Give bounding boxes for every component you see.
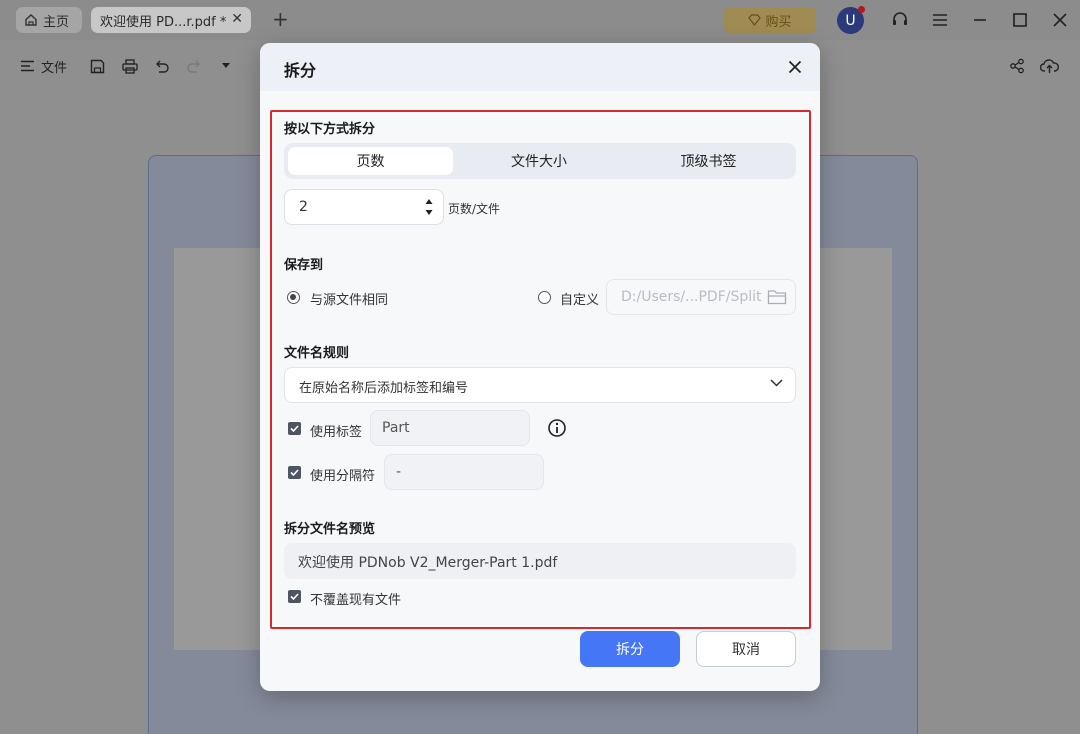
tab-document[interactable]: 欢迎使用 PD...r.pdf * ✕ (91, 7, 251, 33)
split-mode-top-bookmarks[interactable]: 顶级书签 (625, 147, 792, 175)
dialog-header: 拆分 (260, 43, 820, 91)
tab-home-label: 主页 (43, 14, 70, 30)
separator-input[interactable]: - (384, 454, 544, 490)
use-label-text: 使用标签 (310, 425, 363, 440)
cancel-button[interactable]: 取消 (696, 631, 796, 667)
split-mode-file-size[interactable]: 文件大小 (456, 147, 622, 175)
split-button[interactable]: 拆分 (580, 631, 680, 667)
split-mode-segmented: 页数 文件大小 顶级书签 (284, 143, 796, 179)
label-input[interactable]: Part (370, 410, 530, 446)
chevron-down-icon (770, 379, 783, 387)
save-icon[interactable] (90, 55, 105, 77)
pages-per-file-unit: 页数/文件 (448, 202, 501, 216)
save-to-label: 保存到 (284, 258, 324, 273)
save-same-radio[interactable] (287, 291, 300, 304)
notification-dot (858, 6, 865, 13)
new-tab-icon[interactable]: + (272, 9, 289, 29)
tab-document-label: 欢迎使用 PD...r.pdf * (100, 14, 227, 30)
save-custom-label: 自定义 (560, 293, 600, 308)
share-icon[interactable] (1009, 55, 1025, 77)
save-custom-radio[interactable] (538, 291, 551, 304)
more-dropdown-icon[interactable] (221, 55, 231, 77)
cloud-upload-icon[interactable] (1040, 55, 1059, 77)
custom-path-value: D:/Users/...PDF/Split (621, 289, 762, 305)
file-name-preview: 欢迎使用 PDNob V2_Merger-Part 1.pdf (284, 543, 796, 579)
hamburger-icon (21, 60, 34, 72)
file-menu-button[interactable]: 文件 (20, 55, 67, 77)
use-separator-text: 使用分隔符 (310, 469, 376, 484)
folder-icon[interactable] (767, 288, 787, 306)
minimize-icon[interactable] (970, 10, 990, 30)
file-menu-label: 文件 (41, 60, 68, 76)
undo-icon[interactable] (154, 55, 170, 77)
custom-path-field[interactable]: D:/Users/...PDF/Split (606, 279, 796, 315)
stepper-arrows-icon[interactable] (424, 196, 434, 218)
label-input-value: Part (382, 420, 410, 436)
file-name-preview-value: 欢迎使用 PDNob V2_Merger-Part 1.pdf (298, 555, 558, 571)
buy-label: 购买 (765, 14, 792, 30)
headset-icon[interactable] (890, 10, 910, 30)
tab-close-icon[interactable]: ✕ (231, 11, 243, 27)
use-label-checkbox[interactable] (288, 422, 301, 435)
pages-per-file-value: 2 (299, 199, 308, 215)
title-bar: 主页 欢迎使用 PD...r.pdf * ✕ + 购买 U (0, 0, 1080, 40)
split-dialog: 拆分 按以下方式拆分 页数 文件大小 顶级书签 2 页数/文件 保存到 与源文件… (260, 43, 820, 691)
print-icon[interactable] (122, 55, 138, 77)
avatar-initial: U (845, 12, 856, 29)
no-overwrite-checkbox[interactable] (288, 590, 301, 603)
split-method-label: 按以下方式拆分 (284, 122, 376, 137)
redo-icon[interactable] (186, 55, 202, 77)
avatar[interactable]: U (837, 6, 865, 34)
separator-input-value: - (396, 464, 402, 480)
file-name-rule-select[interactable]: 在原始名称后添加标签和编号 (284, 367, 796, 403)
dialog-title: 拆分 (284, 61, 317, 80)
dialog-close-icon[interactable] (784, 56, 806, 78)
info-icon[interactable] (547, 418, 567, 438)
buy-button[interactable]: 购买 (724, 7, 816, 33)
menu-icon[interactable] (930, 10, 950, 30)
save-same-label: 与源文件相同 (310, 293, 389, 308)
tab-home[interactable]: 主页 (16, 7, 82, 33)
pages-per-file-stepper[interactable]: 2 (284, 189, 444, 225)
file-name-rule-value: 在原始名称后添加标签和编号 (299, 381, 469, 396)
no-overwrite-text: 不覆盖现有文件 (310, 593, 402, 608)
close-window-icon[interactable] (1050, 10, 1070, 30)
maximize-icon[interactable] (1010, 10, 1030, 30)
preview-label: 拆分文件名预览 (284, 522, 376, 537)
file-name-rule-label: 文件名规则 (284, 346, 350, 361)
home-icon (25, 14, 37, 26)
diamond-icon (748, 14, 762, 26)
use-separator-checkbox[interactable] (288, 466, 301, 479)
split-mode-pages[interactable]: 页数 (288, 147, 453, 175)
